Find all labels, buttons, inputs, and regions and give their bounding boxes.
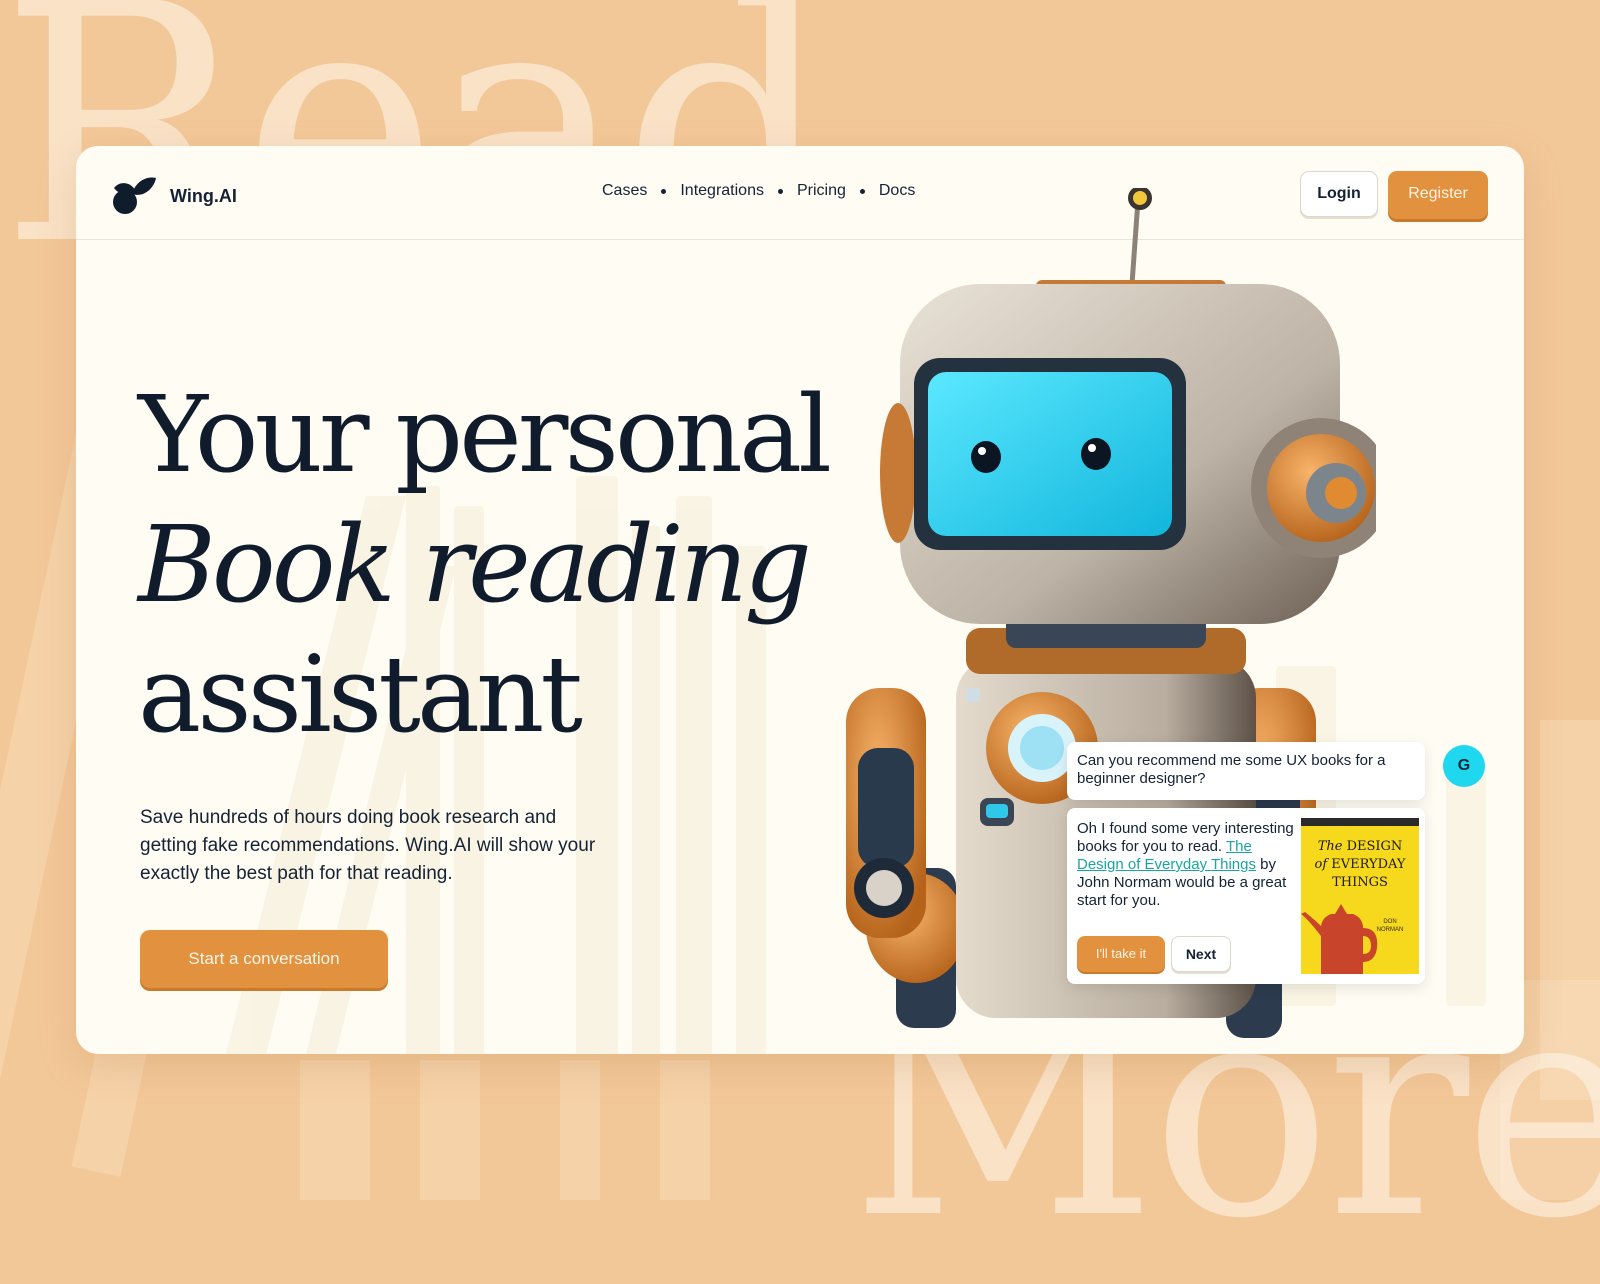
book-title-of: of (1314, 857, 1328, 872)
menu-separator (661, 188, 667, 194)
book-author: DON NORMAN (1376, 919, 1404, 933)
brand-logo[interactable]: Wing.AI (110, 174, 237, 218)
book-title-design: DESIGN (1346, 839, 1403, 854)
hero-subtitle: Save hundreds of hours doing book resear… (140, 807, 596, 884)
wing-logo-icon (113, 177, 156, 214)
brand-name: Wing.AI (170, 185, 237, 206)
nav-item-integrations[interactable]: Integrations (680, 182, 764, 200)
user-message-bubble: Can you recommend me some UX books for a… (1067, 742, 1425, 800)
take-it-button[interactable]: I'll take it (1077, 936, 1165, 972)
next-button[interactable]: Next (1171, 936, 1231, 972)
assistant-message-text: Oh I found some very interesting books f… (1077, 820, 1295, 910)
book-cover-title: The DESIGN of EVERYDAY THINGS (1301, 838, 1419, 892)
book-title-everyday: EVERYDAY (1331, 857, 1406, 872)
start-conversation-button[interactable]: Start a conversation (140, 930, 388, 988)
book-cover-band (1301, 818, 1419, 826)
book-title-the: The (1317, 839, 1343, 854)
register-button[interactable]: Register (1388, 171, 1488, 219)
user-avatar[interactable]: G (1443, 745, 1485, 787)
landing-card: Wing.AI Cases Integrations Pricing Docs … (76, 146, 1524, 1054)
assistant-message-prefix: Oh I found some very interesting books f… (1077, 820, 1294, 855)
book-cover[interactable]: The DESIGN of EVERYDAY THINGS DON NORMAN (1301, 818, 1419, 974)
assistant-message-bubble: Oh I found some very interesting books f… (1067, 808, 1425, 984)
nav-item-cases[interactable]: Cases (602, 182, 647, 200)
